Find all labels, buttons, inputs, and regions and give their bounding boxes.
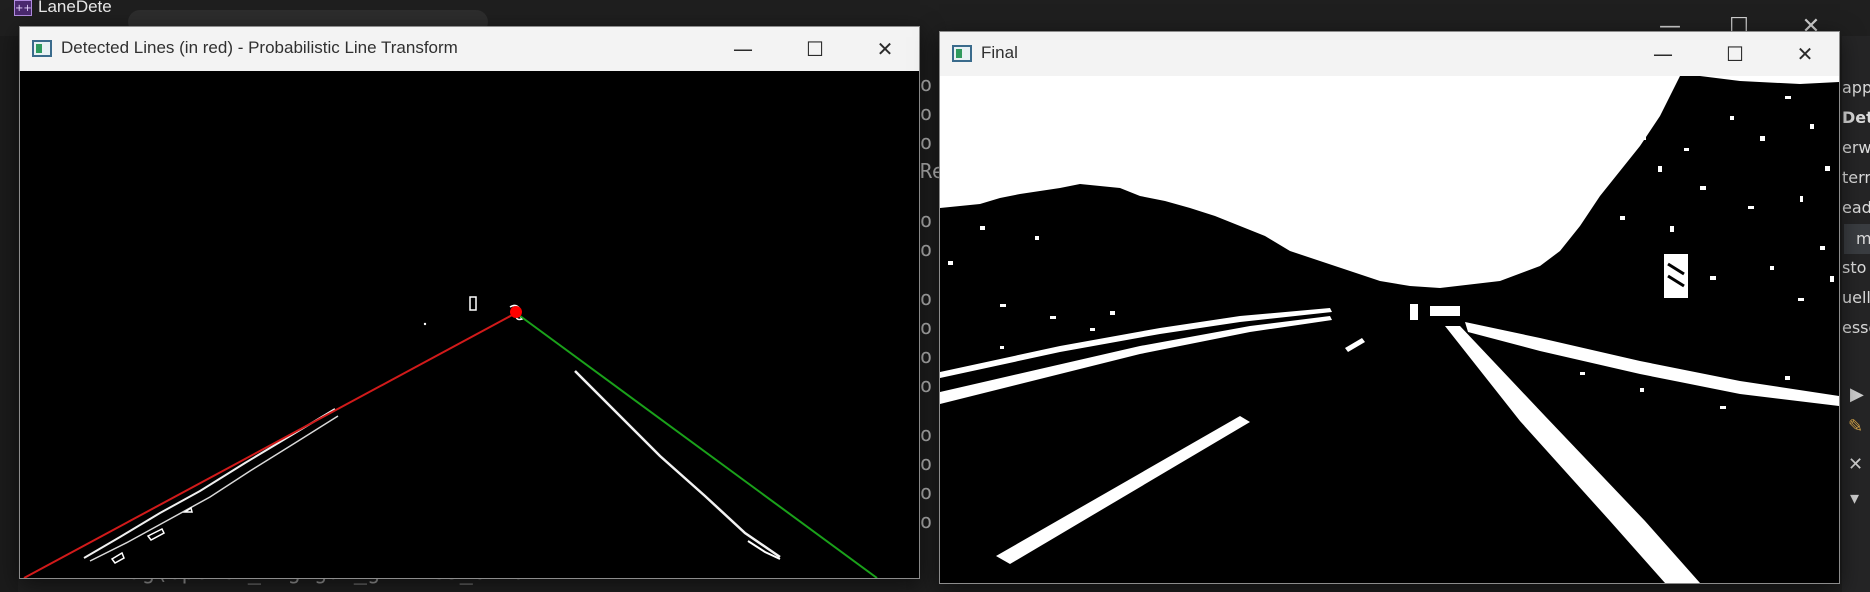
app-title: LaneDete	[38, 0, 112, 16]
maximize-button[interactable]: ☐	[1718, 38, 1752, 70]
panel-item[interactable]: app	[1842, 78, 1870, 97]
minimize-button[interactable]: —	[726, 33, 760, 65]
detected-lines-image	[20, 71, 919, 578]
panel-item-selected[interactable]: m	[1844, 224, 1870, 254]
binary-road-image	[940, 76, 1839, 583]
vanishing-point-marker	[510, 306, 522, 318]
final-binary-image	[940, 76, 1839, 583]
road-sign	[1664, 254, 1688, 298]
window-title: Final	[981, 43, 1018, 62]
panel-item[interactable]: Det	[1842, 108, 1870, 127]
panel-item-label: m	[1856, 229, 1870, 248]
final-window[interactable]: Final — ☐ ✕	[939, 31, 1840, 584]
ide-left-strip	[0, 36, 18, 592]
edit-icon[interactable]: ✎	[1848, 416, 1870, 437]
detected-lines-window[interactable]: Detected Lines (in red) - Probabilistic …	[19, 26, 920, 579]
window-title-bar[interactable]: Final — ☐ ✕	[940, 32, 1839, 76]
opencv-window-icon	[952, 45, 972, 62]
right-side-panel: app Det erwe term eade m sto uelle esso …	[1842, 36, 1870, 592]
app-icon: ++	[14, 0, 32, 16]
opencv-window-icon	[32, 40, 52, 57]
panel-item[interactable]: erwe	[1842, 138, 1870, 157]
window-title: Detected Lines (in red) - Probabilistic …	[61, 38, 458, 57]
panel-item[interactable]: esso	[1842, 318, 1870, 337]
panel-item[interactable]: sto	[1842, 258, 1870, 277]
panel-item[interactable]: eade	[1842, 198, 1870, 217]
panel-item[interactable]: term	[1842, 168, 1870, 187]
close-button[interactable]: ✕	[1788, 38, 1822, 70]
minimize-button[interactable]: —	[1646, 38, 1680, 70]
panel-item[interactable]: uelle	[1842, 288, 1870, 307]
expand-arrow-icon[interactable]: ▶	[1850, 384, 1870, 405]
close-button[interactable]: ✕	[868, 33, 902, 65]
maximize-button[interactable]: ☐	[798, 33, 832, 65]
edge-speck	[423, 322, 427, 326]
close-icon[interactable]: ✕	[1848, 454, 1870, 475]
chevron-down-icon[interactable]: ▾	[1850, 488, 1870, 509]
window-title-bar[interactable]: Detected Lines (in red) - Probabilistic …	[20, 27, 919, 71]
line-detection-canvas	[20, 71, 919, 578]
